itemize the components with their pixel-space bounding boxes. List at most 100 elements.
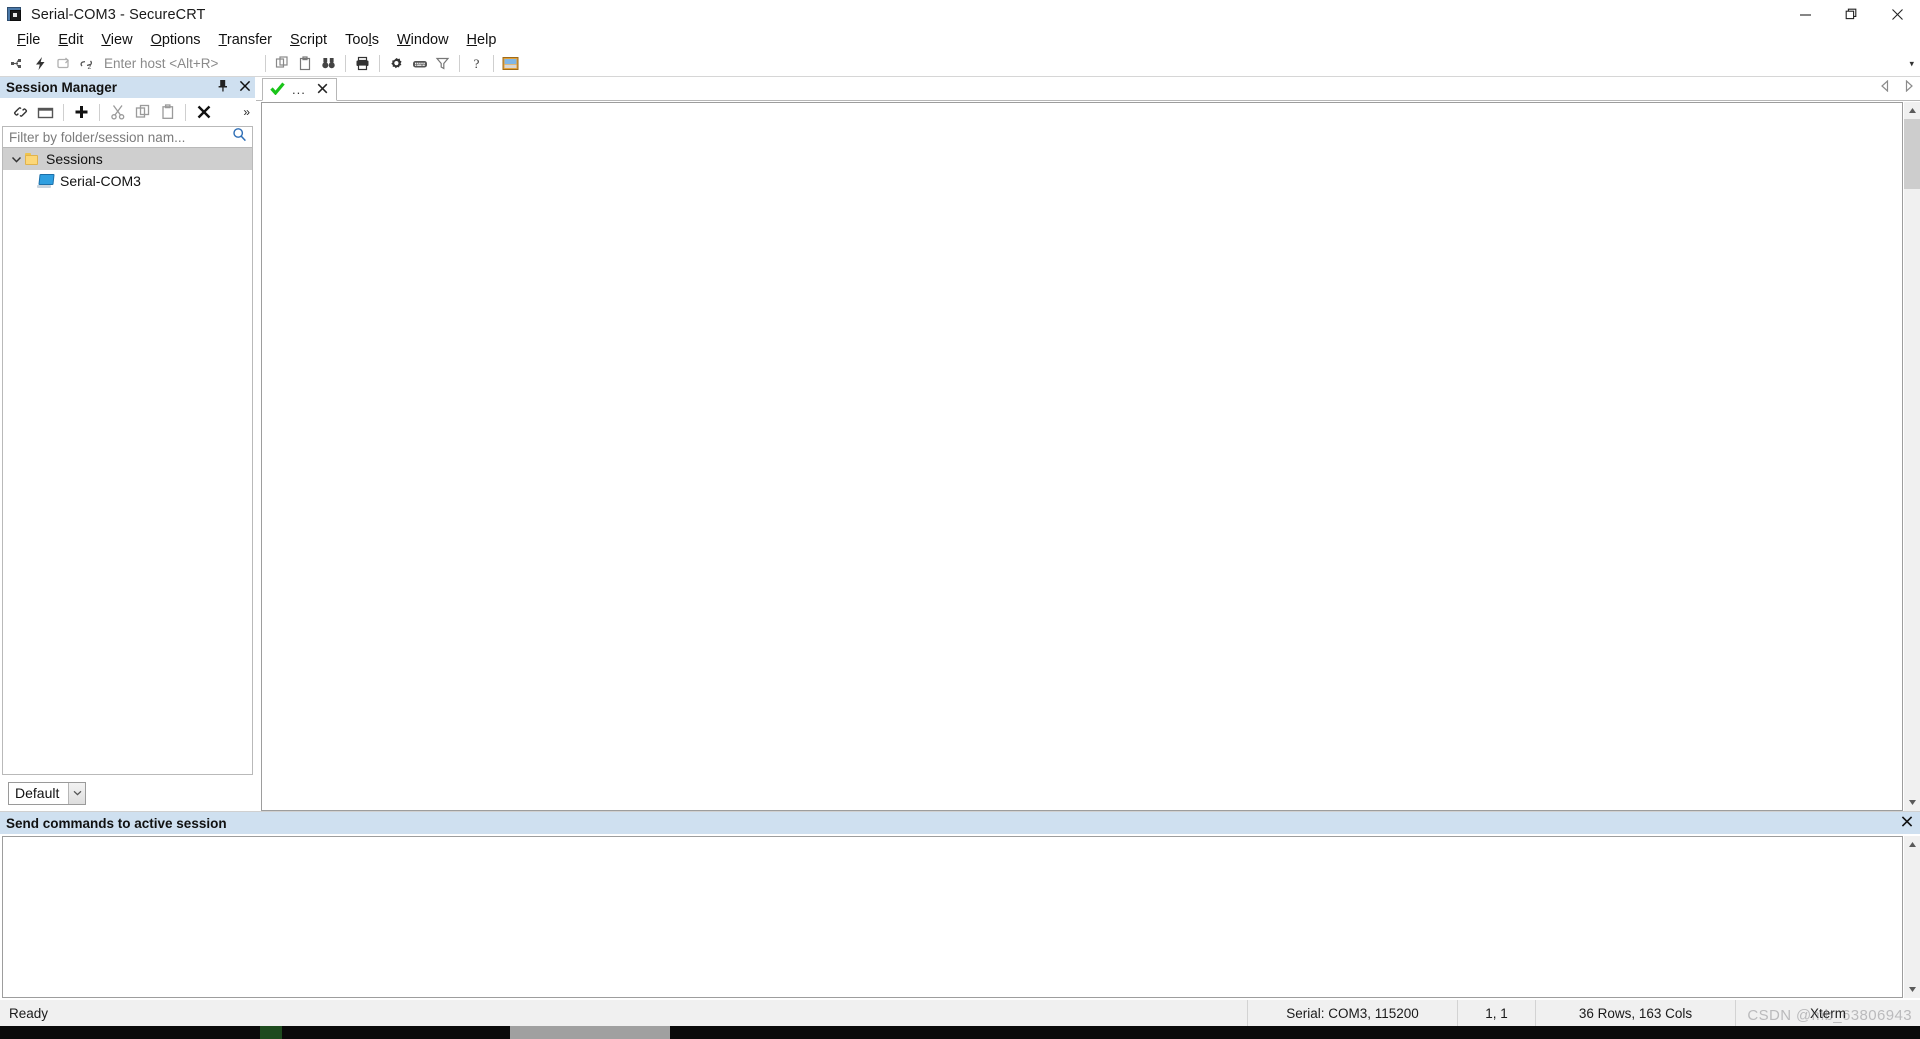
restore-button[interactable]	[1828, 0, 1874, 29]
taskbar-segment	[282, 1026, 510, 1039]
menu-window[interactable]: Window	[388, 30, 458, 50]
status-dimensions: 36 Rows, 163 Cols	[1535, 1000, 1735, 1026]
help-icon[interactable]: ?	[465, 53, 488, 75]
tab-prev-icon[interactable]	[1880, 79, 1890, 97]
menu-view[interactable]: View	[92, 30, 141, 50]
main-body: Session Manager » Filter by folder/sessi…	[0, 77, 1920, 811]
new-session-icon[interactable]	[6, 53, 29, 75]
paste-icon[interactable]	[155, 100, 180, 124]
send-commands-body	[0, 834, 1920, 1000]
window-controls	[1782, 0, 1920, 29]
session-options-icon[interactable]	[385, 53, 408, 75]
tab-close-icon[interactable]	[317, 82, 328, 97]
send-commands-scrollbar[interactable]	[1903, 836, 1920, 998]
tree-item-label: Serial-COM3	[60, 173, 141, 189]
session-manager-toolbar: »	[0, 98, 255, 126]
quick-connect-icon[interactable]	[29, 53, 52, 75]
host-input[interactable]: Enter host <Alt+R>	[104, 56, 254, 71]
session-manager-footer: Default	[0, 775, 255, 811]
menu-edit[interactable]: Edit	[49, 30, 92, 50]
paste-icon[interactable]	[294, 53, 317, 75]
toolbar-separator-5	[493, 55, 494, 72]
keymap-icon[interactable]	[408, 53, 431, 75]
session-filter[interactable]	[2, 126, 253, 148]
scroll-up-icon[interactable]	[1903, 836, 1920, 853]
terminal-wrapper	[256, 101, 1920, 811]
session-manager-close-icon[interactable]	[239, 79, 251, 97]
search-icon[interactable]	[232, 127, 247, 147]
session-manager-header: Session Manager	[0, 77, 255, 98]
scrollbar-track[interactable]	[1903, 853, 1920, 981]
status-emulation: Xterm	[1735, 1000, 1920, 1026]
scrollbar-track[interactable]	[1903, 119, 1920, 794]
chevron-down-icon[interactable]	[7, 155, 25, 164]
scrollbar-thumb[interactable]	[1903, 119, 1920, 189]
taskbar-segment	[670, 1026, 1920, 1039]
sm-separator-2	[99, 103, 100, 121]
app-icon	[7, 6, 23, 23]
title-bar: Serial-COM3 - SecureCRT	[0, 0, 1920, 29]
filter-icon[interactable]	[431, 53, 454, 75]
menu-transfer[interactable]: Transfer	[210, 30, 281, 50]
reconnect-icon[interactable]	[52, 53, 75, 75]
minimize-button[interactable]	[1782, 0, 1828, 29]
green-check-icon	[270, 81, 285, 98]
toolbar-separator-3	[379, 55, 380, 72]
session-manager-panel: Session Manager » Filter by folder/sessi…	[0, 77, 256, 811]
tab-next-icon[interactable]	[1904, 79, 1914, 97]
window-title: Serial-COM3 - SecureCRT	[31, 6, 206, 23]
svg-text:2: 2	[88, 64, 92, 71]
scroll-down-icon[interactable]	[1903, 981, 1920, 998]
tab-session-1[interactable]: ...	[262, 78, 337, 101]
copy-icon[interactable]	[130, 100, 155, 124]
session-tree[interactable]: Sessions Serial-COM3	[2, 148, 253, 775]
screen-capture-icon[interactable]	[499, 53, 522, 75]
taskbar-segment	[0, 1026, 260, 1039]
scroll-up-icon[interactable]	[1903, 102, 1920, 119]
new-folder-icon[interactable]	[33, 100, 58, 124]
firewall-select-value: Default	[15, 785, 60, 801]
svg-text:?: ?	[474, 56, 480, 71]
cut-icon[interactable]	[105, 100, 130, 124]
menu-bar: File Edit View Options Transfer Script T…	[0, 29, 1920, 51]
tree-item-label: Sessions	[46, 151, 103, 167]
session-manager-title: Session Manager	[6, 80, 118, 95]
find-icon[interactable]	[317, 53, 340, 75]
connect-link-icon[interactable]	[8, 100, 33, 124]
firewall-select[interactable]: Default	[8, 781, 86, 805]
toolbar-overflow-icon[interactable]: ▾	[1909, 58, 1914, 69]
menu-script[interactable]: Script	[281, 30, 336, 50]
send-commands-panel: Send commands to active session	[0, 811, 1920, 1000]
pin-icon[interactable]	[217, 79, 229, 97]
copy-icon[interactable]	[271, 53, 294, 75]
toolbar-separator-4	[459, 55, 460, 72]
taskbar-segment-highlight	[510, 1026, 670, 1039]
status-cursor-position: 1, 1	[1457, 1000, 1535, 1026]
print-icon[interactable]	[351, 53, 374, 75]
terminal-scrollbar[interactable]	[1903, 102, 1920, 811]
session-manager-overflow-icon[interactable]: »	[243, 105, 250, 119]
tab-bar: ...	[256, 77, 1920, 101]
session-computer-icon	[37, 174, 55, 188]
disconnect-icon[interactable]: 2	[75, 53, 98, 75]
main-toolbar: 2 Enter host <Alt+R> ? ▾	[0, 51, 1920, 77]
terminal-screen[interactable]	[261, 102, 1903, 811]
tree-item-serial-com3[interactable]: Serial-COM3	[3, 170, 252, 192]
toolbar-separator-1	[265, 55, 266, 72]
toolbar-separator-2	[345, 55, 346, 72]
tree-item-sessions[interactable]: Sessions	[3, 148, 252, 170]
sm-separator-1	[63, 103, 64, 121]
send-commands-input[interactable]	[2, 836, 1903, 998]
close-button[interactable]	[1874, 0, 1920, 29]
chevron-down-icon[interactable]	[68, 782, 85, 804]
delete-icon[interactable]	[191, 100, 216, 124]
menu-file[interactable]: File	[8, 30, 49, 50]
scroll-down-icon[interactable]	[1903, 794, 1920, 811]
send-commands-close-icon[interactable]	[1901, 816, 1913, 831]
new-session-plus-icon[interactable]	[69, 100, 94, 124]
session-filter-input[interactable]	[3, 128, 252, 146]
menu-tools[interactable]: Tools	[336, 30, 388, 50]
menu-help[interactable]: Help	[458, 30, 506, 50]
menu-options[interactable]: Options	[142, 30, 210, 50]
send-commands-title: Send commands to active session	[6, 815, 227, 831]
